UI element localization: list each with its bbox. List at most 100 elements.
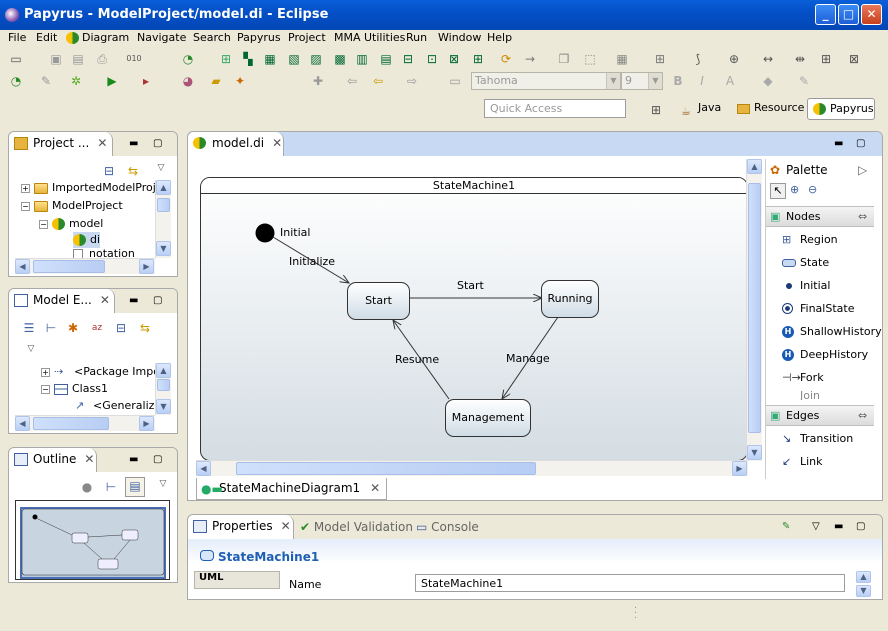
bold-button[interactable]: B	[670, 73, 686, 89]
scroll-left-icon[interactable]: ◀	[196, 461, 211, 476]
maximize-icon[interactable]: ▢	[153, 454, 162, 465]
menu-window[interactable]: Window	[438, 31, 481, 44]
layout-icon-12[interactable]: ⊞	[470, 51, 486, 67]
close-icon[interactable]: ✕	[370, 481, 380, 495]
connector-icon[interactable]: ⊕	[726, 51, 742, 67]
menu-file[interactable]: File	[8, 31, 26, 44]
layout-icon-3[interactable]: ▦	[262, 51, 278, 67]
layout-icon-1[interactable]: ⊞	[218, 51, 234, 67]
palette-section-edges[interactable]: ▣ Edges ⇔	[766, 405, 874, 426]
scroll-down-icon[interactable]: ▼	[156, 399, 171, 414]
scroll-down-icon[interactable]: ▼	[856, 585, 871, 597]
binary-icon[interactable]: 010	[126, 51, 142, 67]
external-tools-icon[interactable]: ▸	[138, 73, 154, 89]
overview-icon[interactable]: ●	[79, 479, 95, 495]
vertical-scrollbar[interactable]: ▲ ▼	[155, 363, 171, 415]
tree-row[interactable]: ↗ <Generaliza	[75, 398, 161, 414]
scroll-up-icon[interactable]: ▲	[156, 363, 171, 378]
tab-outline[interactable]: Outline ✕	[9, 448, 97, 472]
minimize-icon[interactable]: ▬	[129, 138, 138, 149]
scroll-thumb[interactable]	[33, 260, 105, 273]
debug-icon[interactable]: ✲	[68, 73, 84, 89]
annotation-icon[interactable]: ✚	[310, 73, 326, 89]
wand-icon[interactable]: ✦	[232, 73, 248, 89]
print-icon[interactable]: ⎙	[94, 51, 110, 67]
resize-icon[interactable]: ↔	[760, 51, 776, 67]
menu-run[interactable]: Run	[406, 31, 427, 44]
forward-icon[interactable]: ⇨	[404, 73, 420, 89]
initial-pseudostate[interactable]	[255, 223, 275, 243]
close-icon[interactable]: ✕	[281, 519, 291, 533]
tab-project-explorer[interactable]: Project ... ✕	[9, 132, 113, 156]
palette-link[interactable]: ↙ Link	[766, 451, 874, 473]
menu-navigate[interactable]: Navigate	[137, 31, 186, 44]
perspective-java[interactable]: ☕ Java	[678, 98, 728, 120]
scroll-thumb[interactable]	[748, 183, 761, 433]
layout-icon-5[interactable]: ▨	[308, 51, 324, 67]
fill-color-icon[interactable]: ◆	[760, 73, 776, 89]
menu-papyrus[interactable]: Papyrus	[237, 31, 281, 44]
tree-view-icon[interactable]: ⊢	[43, 320, 59, 336]
color-icon[interactable]: ◕	[180, 73, 196, 89]
view-menu-icon[interactable]: ▽	[812, 521, 820, 532]
palette-title[interactable]: ✿ Palette ▷	[766, 159, 874, 181]
sort-az-icon[interactable]: az	[89, 320, 105, 336]
properties-scrollbar[interactable]: ▲ ▼	[856, 571, 872, 599]
view-menu-icon[interactable]: ▽	[153, 160, 169, 176]
menu-edit[interactable]: Edit	[36, 31, 57, 44]
scroll-thumb[interactable]	[157, 198, 170, 212]
pin-icon[interactable]: ✎	[782, 521, 790, 532]
papyrus-new-icon[interactable]: ◔	[180, 51, 196, 67]
palette-state[interactable]: State	[766, 252, 874, 274]
edit-icon[interactable]: ▭	[447, 73, 463, 89]
copy-format-icon[interactable]: ❐	[556, 51, 572, 67]
minimize-icon[interactable]: ▬	[129, 295, 138, 306]
align-icon[interactable]: ⊞	[652, 51, 668, 67]
diagram-canvas[interactable]: StateMachine1 Initial Initialize Start M…	[196, 159, 751, 461]
state-management[interactable]: Management	[445, 399, 531, 437]
link-editor-icon[interactable]: ⇆	[125, 163, 141, 179]
sync-icon[interactable]: ⟳	[498, 51, 514, 67]
tab-state-machine-diagram[interactable]: ●▬ StateMachineDiagram1 ✕	[196, 478, 388, 500]
scroll-right-icon[interactable]: ▶	[732, 461, 747, 476]
expander-icon[interactable]: +	[21, 183, 30, 193]
forward-yellow-icon[interactable]: ⇦	[370, 73, 386, 89]
layout-icon-8[interactable]: ▤	[378, 51, 394, 67]
distribute-icon[interactable]: ⇹	[792, 51, 808, 67]
palette-join[interactable]: Join	[766, 388, 874, 400]
view-icon[interactable]: ⊠	[846, 51, 862, 67]
section-toggle-icon[interactable]: ⇔	[858, 207, 867, 227]
tree-row[interactable]: + ImportedModelProje	[21, 180, 163, 196]
name-field-input[interactable]: StateMachine1	[415, 574, 845, 592]
state-running[interactable]: Running	[541, 280, 599, 318]
close-icon[interactable]: ✕	[272, 136, 282, 150]
tree-row[interactable]: − model	[39, 216, 103, 232]
expander-icon[interactable]: −	[21, 201, 30, 211]
scroll-left-icon[interactable]: ◀	[15, 259, 30, 274]
minimize-icon[interactable]: ▬	[834, 138, 843, 149]
open-perspective-icon[interactable]: ⊞	[648, 102, 664, 118]
save-all-icon[interactable]: ▤	[70, 51, 86, 67]
maximize-icon[interactable]: ▢	[856, 521, 865, 532]
palette-finalstate[interactable]: FinalState	[766, 298, 874, 320]
thumbnail-icon[interactable]: ▤	[125, 477, 145, 497]
tab-model-explorer[interactable]: Model E... ✕	[9, 289, 115, 313]
collapse-palette-icon[interactable]: ▷	[858, 159, 867, 181]
canvas-vertical-scrollbar[interactable]: ▲ ▼	[746, 159, 762, 461]
tab-properties[interactable]: Properties ✕	[188, 515, 294, 539]
scroll-right-icon[interactable]: ▶	[139, 259, 154, 274]
zoom-in-icon[interactable]: ⊕	[790, 183, 799, 196]
collapse-all-icon[interactable]: ⊟	[113, 320, 129, 336]
menu-project[interactable]: Project	[288, 31, 326, 44]
save-icon[interactable]: ▣	[48, 51, 64, 67]
palette-fork[interactable]: ⊣→ Fork	[766, 367, 874, 389]
scroll-up-icon[interactable]: ▲	[747, 159, 762, 174]
palette-deephistory[interactable]: H DeepHistory	[766, 344, 874, 366]
scroll-left-icon[interactable]: ◀	[15, 416, 30, 431]
close-icon[interactable]: ✕	[100, 293, 110, 307]
palette-transition[interactable]: ↘ Transition	[766, 428, 874, 450]
tab-model-di[interactable]: model.di ✕	[188, 132, 284, 156]
scroll-up-icon[interactable]: ▲	[156, 180, 171, 195]
quick-access-input[interactable]: Quick Access	[484, 99, 626, 118]
palette-region[interactable]: ⊞ Region	[766, 229, 874, 251]
